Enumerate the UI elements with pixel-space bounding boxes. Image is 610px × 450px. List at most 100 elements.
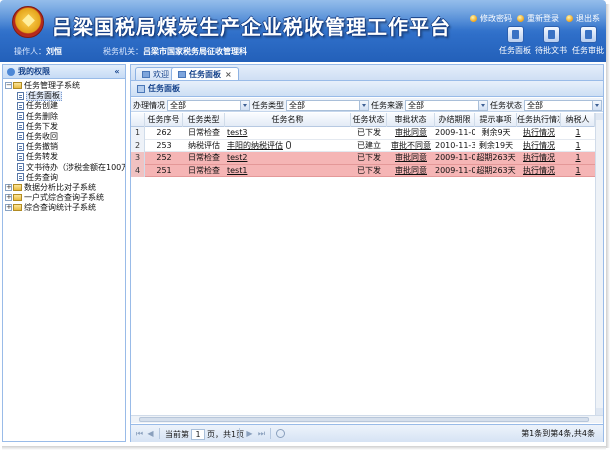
column-header[interactable]: 办结期限: [435, 113, 475, 127]
logout-icon: [566, 14, 573, 22]
collapse-sidebar-button[interactable]: «: [112, 67, 122, 76]
scroll-down-icon[interactable]: [596, 408, 603, 415]
cell-taxpayer[interactable]: 1: [561, 127, 595, 140]
cell-name[interactable]: test2: [225, 152, 351, 165]
sidebar-item[interactable]: + 综合查询统计子系统: [3, 203, 125, 213]
cell-taxpayer[interactable]: 1: [561, 152, 595, 165]
cell-exec[interactable]: 执行情况: [517, 152, 561, 165]
filter-handling-status-label: 办理情况: [133, 100, 165, 110]
sidebar-item-label: 任务收回: [26, 131, 58, 141]
expand-node-icon[interactable]: +: [5, 183, 12, 191]
table-row[interactable]: 1 262 日常检查 test3 已下发 审批同意 2009-11-01 剩余9天 执行情况 1: [131, 127, 603, 140]
cell-name[interactable]: test1: [225, 165, 351, 178]
previous-page-icon[interactable]: ◀: [146, 429, 155, 438]
task-panel-button-label: 任务面板: [499, 46, 531, 55]
pager-separator: [239, 428, 240, 439]
document-icon: [17, 132, 24, 141]
relogin-icon: [517, 14, 524, 22]
folder-icon: [13, 82, 22, 89]
cell-name[interactable]: 丰阳的纳税评估: [225, 140, 351, 153]
expand-node-icon[interactable]: +: [5, 194, 12, 202]
cell-exec[interactable]: 执行情况: [517, 140, 561, 153]
sidebar-item[interactable]: 任务撤销: [3, 142, 125, 152]
sidebar-item[interactable]: − 任务管理子系统: [3, 81, 125, 91]
task-type-select[interactable]: 全部: [286, 99, 369, 111]
sidebar-item[interactable]: 任务创建: [3, 101, 125, 111]
change-password-link[interactable]: 修改密码: [470, 12, 512, 24]
sidebar-item[interactable]: 任务删除: [3, 112, 125, 122]
column-header[interactable]: 任务类型: [183, 113, 225, 127]
task-panel: 任务面板 办理情况 全部 任务类型 全部 任务来源 全部 任务状态 全部 任务序…: [130, 80, 604, 442]
cell-exec[interactable]: 执行情况: [517, 165, 561, 178]
next-page-icon[interactable]: ▶: [245, 429, 254, 438]
task-approval-button[interactable]: 任务审批: [570, 26, 606, 60]
relogin-link[interactable]: 重新登录: [517, 12, 559, 24]
expand-node-icon[interactable]: +: [5, 204, 12, 212]
sidebar-item-label: 任务撤销: [26, 142, 58, 152]
task-source-select[interactable]: 全部: [405, 99, 488, 111]
column-header[interactable]: 任务名称: [225, 113, 351, 127]
table-row[interactable]: 4 251 日常检查 test1 已下发 审批同意 2009-11-01超期263天执行情况…: [131, 164, 603, 178]
cell-exec[interactable]: 执行情况: [517, 127, 561, 140]
cell-approval[interactable]: 审批不同意: [387, 140, 435, 153]
last-page-icon[interactable]: ⏭: [257, 429, 266, 438]
tab-task-panel[interactable]: 任务面板 ×: [171, 67, 239, 81]
sidebar-item[interactable]: 任务收回: [3, 132, 125, 142]
relogin-label: 重新登录: [527, 13, 559, 23]
sidebar-item[interactable]: + 一户式综合查询子系统: [3, 193, 125, 203]
handling-status-select[interactable]: 全部: [167, 99, 250, 111]
sidebar-item[interactable]: 任务面板: [3, 91, 125, 102]
cell-num-text: 3: [134, 153, 141, 162]
pagination-bar: ⏮ ◀ 当前第 1 页，共1页 ▶ ⏭ 第1条到第4条,共4条: [131, 424, 603, 442]
logout-link[interactable]: 退出系: [566, 12, 600, 24]
column-header[interactable]: 任务状态: [351, 113, 387, 127]
paperclip-icon[interactable]: [286, 141, 291, 149]
document-icon: [17, 163, 24, 171]
app-title: 吕梁国税局煤炭生产企业税收管理工作平台: [52, 15, 451, 39]
document-icon: [17, 142, 24, 151]
tab-welcome[interactable]: 欢迎: [135, 67, 176, 81]
filter-task-source: 任务来源 全部: [371, 99, 488, 111]
column-header[interactable]: [131, 113, 145, 127]
cell-taxpayer[interactable]: 1: [561, 165, 595, 178]
vertical-scrollbar[interactable]: [595, 113, 603, 415]
horizontal-scroll-thumb[interactable]: [139, 417, 589, 422]
cell-approval[interactable]: 审批同意: [387, 127, 435, 140]
cell-approval[interactable]: 审批同意: [387, 165, 435, 178]
tax-emblem-logo: [12, 6, 44, 38]
change-password-label: 修改密码: [480, 13, 512, 23]
cell-approval[interactable]: 审批同意: [387, 152, 435, 165]
column-header[interactable]: 任务执行情况: [517, 113, 561, 127]
scroll-up-icon[interactable]: [596, 113, 603, 120]
pending-documents-button[interactable]: 待批文书: [533, 26, 569, 60]
document-icon: [17, 91, 24, 100]
cell-status: 已建立: [351, 140, 387, 153]
close-tab-icon[interactable]: ×: [225, 70, 232, 79]
cell-taxpayer[interactable]: 1: [561, 140, 595, 153]
column-header[interactable]: 任务序号: [145, 113, 183, 127]
sidebar-item[interactable]: 任务下发: [3, 122, 125, 132]
task-panel-button[interactable]: 任务面板: [497, 26, 533, 60]
cell-type: 日常检查: [183, 127, 225, 140]
horizontal-scrollbar[interactable]: [131, 415, 603, 423]
column-header[interactable]: 提示事项: [475, 113, 517, 127]
task-status-select[interactable]: 全部: [524, 99, 602, 111]
sidebar-item[interactable]: 任务查询: [3, 173, 125, 183]
table-row[interactable]: 3 252 日常检查 test2 已下发 审批同意 2009-11-01超期263天执行情况…: [131, 152, 603, 165]
cell-deadline: 2010-11-30: [435, 140, 475, 153]
cell-name[interactable]: test3: [225, 127, 351, 140]
table-row[interactable]: 2 253 纳税评估丰阳的纳税评估 已建立审批不同意 2010-11-30剩余19天执行…: [131, 139, 603, 153]
sidebar-item[interactable]: 文书待办（涉税金额在100万: [3, 163, 125, 173]
sidebar-item[interactable]: + 数据分析比对子系统: [3, 183, 125, 193]
tab-strip: 欢迎 任务面板 ×: [130, 64, 604, 81]
collapse-node-icon[interactable]: −: [5, 82, 12, 89]
column-header[interactable]: 审批状态: [387, 113, 435, 127]
app-window: 吕梁国税局煤炭生产企业税收管理工作平台 修改密码 重新登录 退出系 操作人：刘恒…: [0, 0, 610, 450]
refresh-icon[interactable]: [276, 429, 285, 438]
task-grid: 任务序号 任务类型 任务名称 任务状态 审批状态 办结期限 提示事项 任务执行情况 纳税人 12…: [131, 113, 603, 423]
sidebar-item[interactable]: 任务转发: [3, 152, 125, 162]
page-number-input[interactable]: 1: [191, 428, 205, 440]
column-header[interactable]: 纳税人: [561, 113, 595, 127]
first-page-icon[interactable]: ⏮: [135, 429, 144, 438]
filter-task-type: 任务类型 全部: [252, 99, 369, 111]
